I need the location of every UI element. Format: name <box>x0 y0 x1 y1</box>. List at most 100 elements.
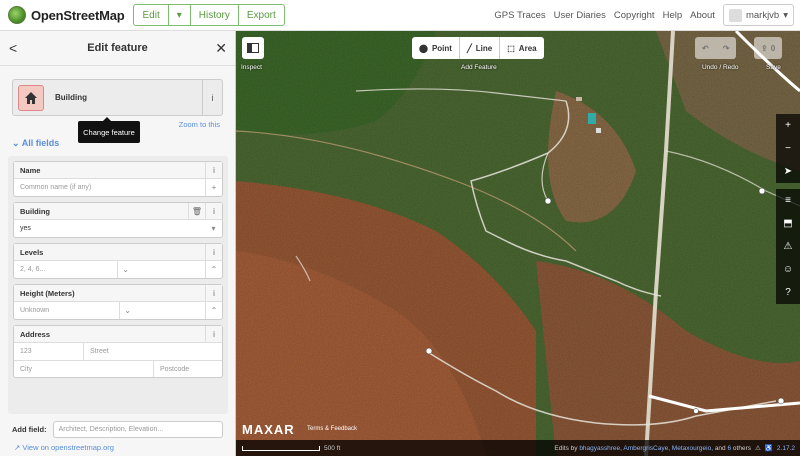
field-label: Name i <box>14 162 222 179</box>
geolocate-icon[interactable]: ➤ <box>776 160 800 183</box>
levels-input[interactable]: 2, 4, 6... ⌄ ⌃ <box>14 261 222 278</box>
add-line-button[interactable]: ╱ Line <box>459 37 501 59</box>
map-footer: 500 ft Edits by bhagyasshree, AmbergrisC… <box>236 440 800 456</box>
info-icon[interactable]: i <box>205 285 222 301</box>
nav-user-diaries[interactable]: User Diaries <box>554 10 606 21</box>
decrement-icon[interactable]: ⌄ <box>116 261 134 278</box>
zoom-in-icon[interactable]: + <box>776 114 800 137</box>
name-input[interactable]: Common name (if any) + <box>14 179 222 196</box>
add-icon[interactable]: + <box>205 179 222 196</box>
save-button[interactable]: ⇪ 0 <box>754 37 783 59</box>
top-nav: GPS Traces User Diaries Copyright Help A… <box>494 4 794 26</box>
edit-button-group: Edit ▾ History Export <box>133 4 285 26</box>
add-feature-label: Add Feature <box>461 64 497 71</box>
version-link[interactable]: 2.17.2 <box>777 445 795 452</box>
field-label: Height (Meters) i <box>14 285 222 302</box>
export-button[interactable]: Export <box>239 5 284 25</box>
add-field-input[interactable]: Architect, Description, Elevation... <box>52 421 223 438</box>
field-height: Height (Meters) i Unknown ⌄ ⌃ <box>13 284 223 320</box>
top-bar: OpenStreetMap Edit ▾ History Export GPS … <box>0 0 800 31</box>
maxar-logo: MAXAR <box>242 422 295 437</box>
preset-button[interactable]: Building i <box>12 79 223 116</box>
undo-redo-group: ↶ ↷ <box>695 37 737 59</box>
preferences-icon[interactable]: ☺ <box>776 258 800 281</box>
chevron-down-icon: ▾ <box>211 224 216 233</box>
increment-icon[interactable]: ⌃ <box>204 261 222 278</box>
inspect-panel-toggle[interactable] <box>242 37 264 59</box>
credits-count[interactable]: 6 <box>727 445 731 452</box>
user-menu[interactable]: markjvb ▾ <box>722 4 794 26</box>
city-input[interactable]: City <box>14 361 154 377</box>
all-fields-toggle[interactable]: ⌄ All fields <box>12 138 59 149</box>
street-input[interactable]: Street <box>84 343 222 360</box>
back-icon[interactable]: < <box>9 40 17 56</box>
issues-icon[interactable]: ⚠ <box>776 235 800 258</box>
add-area-button[interactable]: ⬚ Area <box>500 37 544 59</box>
preset-info-icon[interactable]: i <box>202 80 222 115</box>
help-icon[interactable]: ? <box>776 281 800 304</box>
map-controls: + − ➤ <box>776 114 800 183</box>
info-icon[interactable]: i <box>205 203 222 219</box>
edit-button[interactable]: Edit <box>134 5 169 25</box>
field-address: Address i 123 Street City Postcode <box>13 325 223 378</box>
undo-button[interactable]: ↶ <box>695 37 716 59</box>
upload-icon: ⇪ <box>761 43 768 53</box>
sidebar-toggle-icon[interactable] <box>242 37 264 59</box>
save-group: ⇪ 0 <box>754 37 783 59</box>
view-on-osm-link[interactable]: ↗ View on openstreetmap.org <box>14 443 114 452</box>
increment-icon[interactable]: ⌃ <box>205 302 222 319</box>
nav-gps-traces[interactable]: GPS Traces <box>494 10 545 21</box>
info-icon[interactable]: i <box>205 326 222 342</box>
username: markjvb <box>745 9 780 21</box>
avatar <box>728 8 742 22</box>
info-icon[interactable]: i <box>205 162 222 178</box>
scale-bar <box>242 445 320 451</box>
housenumber-input[interactable]: 123 <box>14 343 84 360</box>
nav-help[interactable]: Help <box>663 10 683 21</box>
info-icon[interactable]: i <box>205 244 222 260</box>
history-button[interactable]: History <box>191 5 239 25</box>
inspect-label: Inspect <box>241 64 262 71</box>
osm-logo-icon <box>8 6 26 24</box>
edit-dropdown-icon[interactable]: ▾ <box>169 5 191 25</box>
redo-button[interactable]: ↷ <box>715 37 737 59</box>
credits-users[interactable]: bhagyasshree, AmbergrisCaye, Metaxourgei… <box>579 445 713 452</box>
field-name: Name i Common name (if any) + <box>13 161 223 197</box>
osm-logo[interactable]: OpenStreetMap <box>8 6 125 24</box>
sidebar-title: Edit feature <box>87 42 148 54</box>
field-label: Building 🗑 i <box>14 203 222 220</box>
building-select[interactable]: yes ▾ <box>14 220 222 237</box>
fields-container: Name i Common name (if any) + Building 🗑 i y… <box>8 156 228 414</box>
height-input[interactable]: Unknown ⌄ ⌃ <box>14 302 222 319</box>
map-panes: ≡ ⬒ ⚠ ☺ ? <box>776 189 800 304</box>
postcode-input[interactable]: Postcode <box>154 361 222 377</box>
trash-icon[interactable]: 🗑 <box>188 203 205 219</box>
accessibility-icon[interactable]: ♿ <box>765 444 773 452</box>
save-label: Save <box>766 64 781 71</box>
layers-icon[interactable]: ≡ <box>776 189 800 212</box>
zoom-to-this-link[interactable]: Zoom to this <box>179 120 220 129</box>
nav-about[interactable]: About <box>690 10 715 21</box>
satellite-imagery <box>236 31 800 456</box>
tooltip: Change feature <box>78 117 140 143</box>
point-icon: ⬤ <box>419 43 428 53</box>
map-canvas[interactable]: Inspect ⬤ Point ╱ Line ⬚ Area Add Feature ↶… <box>236 31 800 456</box>
chevron-down-icon: ▾ <box>783 9 788 21</box>
decrement-icon[interactable]: ⌄ <box>118 302 136 319</box>
map-data-icon[interactable]: ⬒ <box>776 212 800 235</box>
sidebar-header: < Edit feature ✕ <box>0 31 235 66</box>
undo-redo-label: Undo / Redo <box>702 64 739 71</box>
logo-text: OpenStreetMap <box>31 7 125 23</box>
chevron-down-icon: ⌄ <box>12 138 22 148</box>
area-icon: ⬚ <box>507 43 515 53</box>
zoom-out-icon[interactable]: − <box>776 137 800 160</box>
field-building: Building 🗑 i yes ▾ <box>13 202 223 238</box>
add-point-button[interactable]: ⬤ Point <box>412 37 460 59</box>
field-label: Address i <box>14 326 222 343</box>
preset-name: Building <box>55 93 87 102</box>
nav-copyright[interactable]: Copyright <box>614 10 655 21</box>
terms-feedback-link[interactable]: Terms & Feedback <box>307 426 357 432</box>
warning-icon[interactable]: ⚠ <box>755 444 761 452</box>
close-icon[interactable]: ✕ <box>215 40 227 57</box>
add-field: Add field: Architect, Description, Eleva… <box>12 421 223 438</box>
